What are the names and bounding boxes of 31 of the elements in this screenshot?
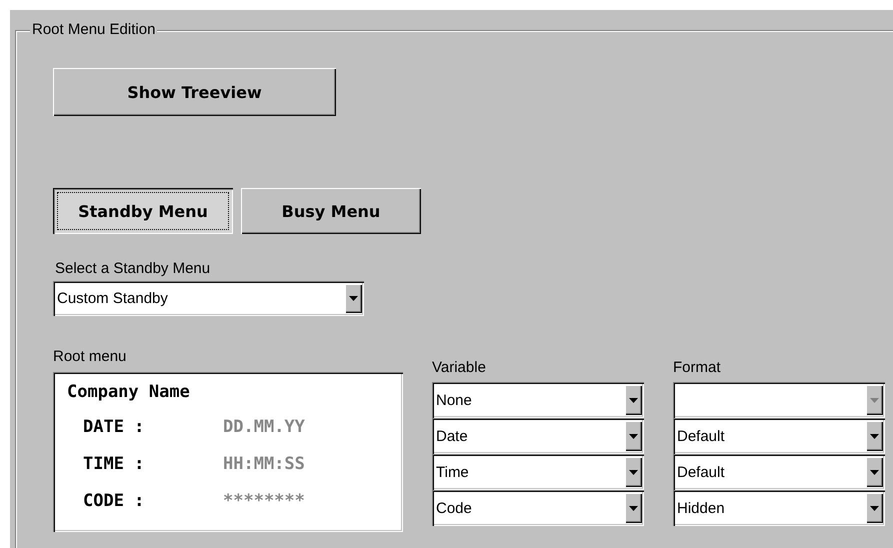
dropdown-field[interactable]: Custom Standby [53,281,364,316]
preview-field-value: DD.MM.YY [223,416,305,439]
dropdown-arrow-icon [629,434,638,438]
preview-field-value: ******** [223,490,305,513]
dropdown-arrow-icon [870,470,879,474]
dropdown-field[interactable]: Code [432,490,644,526]
menu-tab-button[interactable]: Busy Menu [241,188,421,234]
variable-label: Variable [432,359,487,377]
show-treeview-button[interactable]: Show Treeview [53,68,336,116]
preview-field-name: DATE : [83,416,146,439]
dropdown-field[interactable]: Date [432,418,644,454]
dropdown-field[interactable]: Hidden [673,490,885,526]
dropdown-field[interactable]: Default [673,454,885,490]
dropdown-arrow-icon [870,434,879,438]
format-label: Format [673,359,722,377]
preview-title: Company Name [67,381,191,404]
select-label: Select a Standby Menu [55,260,212,278]
dropdown-arrow-icon [629,470,638,474]
dropdown-field[interactable]: None [432,382,644,418]
dropdown-field[interactable]: Time [432,454,644,490]
dropdown-field[interactable]: Default [673,418,885,454]
menu-tab-button[interactable]: Standby Menu [53,188,233,234]
dropdown-arrow-icon [349,296,358,301]
dropdown-arrow-icon [629,398,638,402]
preview-field-name: CODE : [83,490,146,513]
preview-field-value: HH:MM:SS [223,453,305,476]
dropdown-arrow-icon [629,506,638,510]
root-menu-label: Root menu [53,348,128,366]
dropdown-arrow-icon [870,506,879,510]
dropdown-arrow-icon [870,398,879,402]
preview-field-name: TIME : [83,453,146,476]
